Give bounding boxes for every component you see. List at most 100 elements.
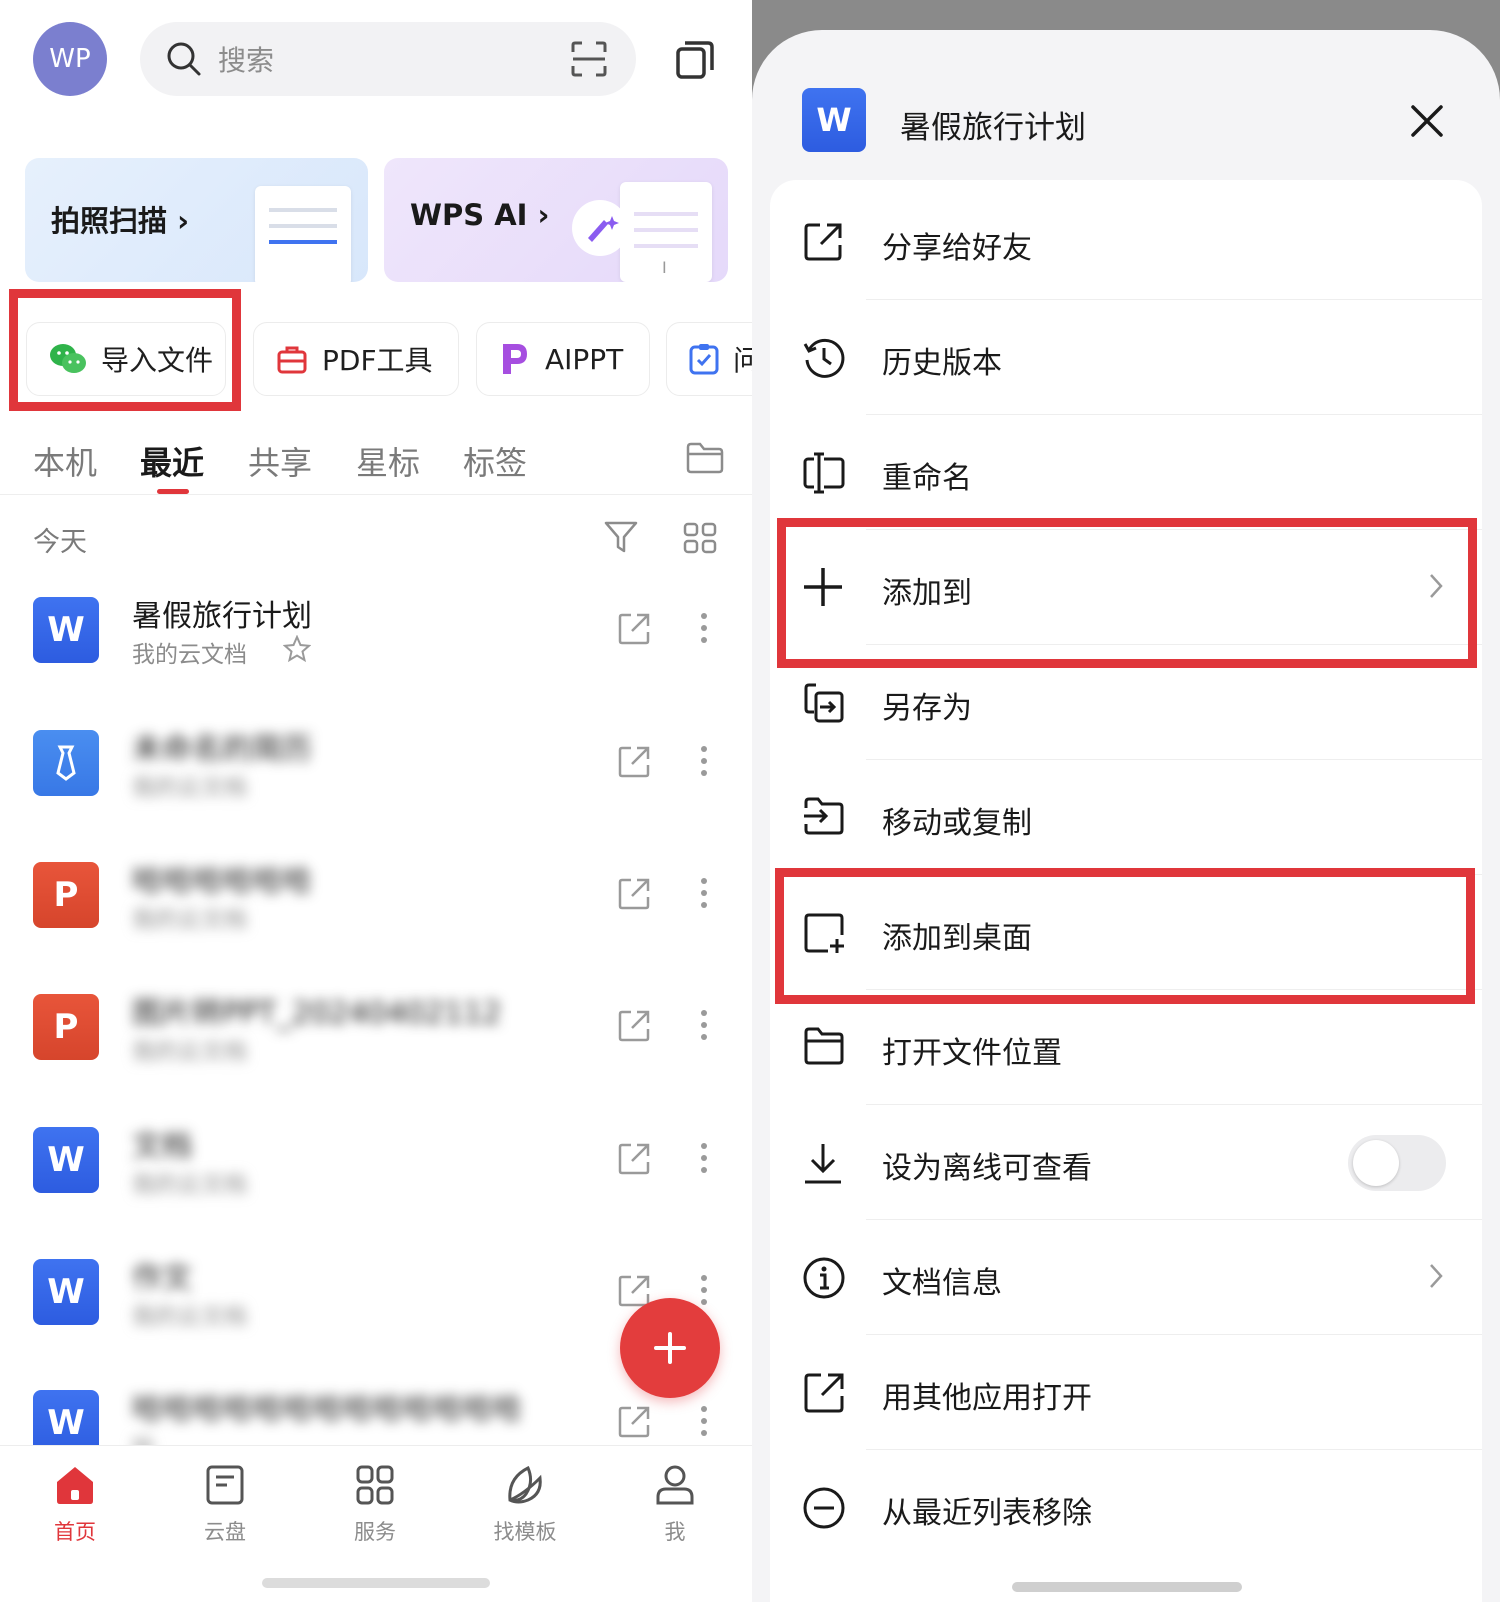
menu-label: 从最近列表移除 bbox=[882, 1496, 1092, 1531]
grid-view-icon[interactable] bbox=[683, 522, 717, 554]
questionnaire-chip[interactable]: 问 bbox=[666, 322, 752, 396]
more-icon[interactable] bbox=[700, 1274, 708, 1306]
nav-home[interactable]: 首页 bbox=[25, 1464, 125, 1546]
nav-templates-label: 找模板 bbox=[493, 1520, 557, 1544]
scan-illustration bbox=[255, 186, 351, 282]
leaf-icon bbox=[508, 1465, 542, 1504]
file-location: 我的云文档 bbox=[132, 775, 247, 801]
menu-label: 打开文件位置 bbox=[882, 1036, 1062, 1071]
aippt-label: AIPPT bbox=[545, 342, 624, 376]
file-title: 图片转PPT_20240402112 bbox=[132, 996, 502, 1031]
close-icon[interactable] bbox=[1410, 104, 1444, 138]
more-icon[interactable] bbox=[700, 1405, 708, 1437]
menu-remove-from-recent[interactable]: 从最近列表移除 bbox=[770, 1450, 1482, 1565]
share-icon bbox=[804, 223, 842, 261]
menu-document-info[interactable]: 文档信息 bbox=[770, 1220, 1482, 1335]
pdf-tools-chip[interactable]: PDF工具 bbox=[253, 322, 459, 396]
nav-services[interactable]: 服务 bbox=[325, 1464, 425, 1546]
chevron-right-icon bbox=[1430, 1264, 1443, 1288]
more-icon[interactable] bbox=[700, 745, 708, 777]
history-icon bbox=[803, 338, 845, 378]
tab-recent[interactable]: 最近 bbox=[140, 438, 204, 484]
file-location: 我的云文档 bbox=[132, 1172, 247, 1198]
menu-move-or-copy[interactable]: 移动或复制 bbox=[770, 760, 1482, 875]
share-icon[interactable] bbox=[617, 1142, 651, 1176]
more-icon[interactable] bbox=[700, 1009, 708, 1041]
tab-shared[interactable]: 共享 bbox=[248, 438, 312, 484]
star-icon[interactable] bbox=[283, 635, 311, 663]
toggle-knob bbox=[1353, 1140, 1399, 1186]
info-icon bbox=[803, 1257, 845, 1299]
pdf-tools-label: PDF工具 bbox=[322, 344, 433, 377]
menu-label: 移动或复制 bbox=[882, 806, 1032, 841]
avatar[interactable]: WP bbox=[33, 22, 107, 96]
create-new-button[interactable] bbox=[620, 1298, 720, 1398]
tab-tags[interactable]: 标签 bbox=[463, 438, 527, 484]
file-location: 我的云文档 bbox=[132, 642, 247, 668]
tab-starred[interactable]: 星标 bbox=[356, 438, 420, 484]
menu-open-with-other-app[interactable]: 用其他应用打开 bbox=[770, 1335, 1482, 1450]
more-icon[interactable] bbox=[700, 1142, 708, 1174]
rename-icon bbox=[803, 452, 845, 494]
tab-local[interactable]: 本机 bbox=[33, 438, 97, 484]
search-placeholder: 搜索 bbox=[218, 44, 275, 77]
file-icon-letter: W bbox=[47, 1140, 85, 1180]
multi-window-icon[interactable] bbox=[675, 40, 715, 80]
resume-file-icon bbox=[33, 730, 99, 796]
file-icon-letter: P bbox=[53, 875, 79, 915]
file-title: 作文 bbox=[132, 1261, 192, 1296]
file-row[interactable]: W 文档 我的云文档 bbox=[0, 1127, 752, 1259]
ai-doc-illustration: I bbox=[620, 182, 712, 282]
download-icon bbox=[805, 1144, 841, 1184]
aippt-logo-icon bbox=[503, 344, 527, 374]
file-icon-letter: P bbox=[53, 1007, 79, 1047]
menu-rename[interactable]: 重命名 bbox=[770, 415, 1482, 530]
menu-label: 用其他应用打开 bbox=[882, 1381, 1092, 1416]
filter-icon[interactable] bbox=[604, 520, 638, 554]
menu-open-file-location[interactable]: 打开文件位置 bbox=[770, 990, 1482, 1105]
file-row[interactable]: P 哈哈哈哈哈哈 我的云文档 bbox=[0, 862, 752, 994]
checklist-icon bbox=[689, 344, 719, 375]
nav-cloud[interactable]: 云盘 bbox=[175, 1464, 275, 1546]
word-file-icon: W bbox=[33, 1259, 99, 1325]
menu-label: 历史版本 bbox=[882, 346, 1002, 381]
share-icon[interactable] bbox=[617, 1405, 651, 1439]
more-icon[interactable] bbox=[700, 877, 708, 909]
folder-icon[interactable] bbox=[686, 442, 724, 474]
file-title: 文档 bbox=[132, 1129, 192, 1164]
menu-label: 分享给好友 bbox=[882, 231, 1032, 266]
external-open-icon bbox=[804, 1373, 844, 1413]
menu-version-history[interactable]: 历史版本 bbox=[770, 300, 1482, 415]
scan-icon[interactable] bbox=[570, 40, 608, 78]
ppt-file-icon: P bbox=[33, 862, 99, 928]
more-icon[interactable] bbox=[700, 612, 708, 644]
user-icon bbox=[656, 1465, 694, 1505]
home-icon bbox=[57, 1467, 93, 1504]
photo-scan-banner[interactable]: 拍照扫描 › bbox=[25, 158, 368, 282]
file-row[interactable]: 未命名的简历 我的云文档 bbox=[0, 730, 752, 862]
tie-icon bbox=[56, 745, 76, 781]
share-icon[interactable] bbox=[617, 1009, 651, 1043]
menu-label: 另存为 bbox=[882, 691, 972, 726]
menu-offline-available[interactable]: 设为离线可查看 bbox=[770, 1105, 1482, 1220]
remove-circle-icon bbox=[803, 1487, 845, 1529]
nav-me[interactable]: 我 bbox=[625, 1464, 725, 1546]
aippt-chip[interactable]: AIPPT bbox=[476, 322, 650, 396]
menu-share-to-friends[interactable]: 分享给好友 bbox=[770, 185, 1482, 300]
share-icon[interactable] bbox=[617, 612, 651, 646]
action-sheet: W 暑假旅行计划 分享给好友 历史版本 重命名 添加到 另存为 移动或复制 添加… bbox=[752, 30, 1500, 1602]
search-bar[interactable]: 搜索 bbox=[140, 22, 636, 96]
file-row[interactable]: W 暑假旅行计划 我的云文档 bbox=[0, 597, 752, 729]
nav-templates[interactable]: 找模板 bbox=[475, 1464, 575, 1546]
wps-ai-banner[interactable]: WPS AI › I bbox=[384, 158, 728, 282]
home-indicator bbox=[1012, 1582, 1242, 1592]
offline-toggle[interactable] bbox=[1348, 1135, 1446, 1191]
file-title: 哈哈哈哈哈哈 bbox=[132, 864, 312, 899]
share-icon[interactable] bbox=[617, 745, 651, 779]
file-row[interactable]: P 图片转PPT_20240402112 我的云文档 bbox=[0, 994, 752, 1126]
nav-services-label: 服务 bbox=[354, 1520, 396, 1544]
file-title: 暑假旅行计划 bbox=[132, 599, 312, 634]
move-folder-icon bbox=[804, 797, 844, 835]
share-icon[interactable] bbox=[617, 877, 651, 911]
file-icon-letter: W bbox=[47, 610, 85, 650]
